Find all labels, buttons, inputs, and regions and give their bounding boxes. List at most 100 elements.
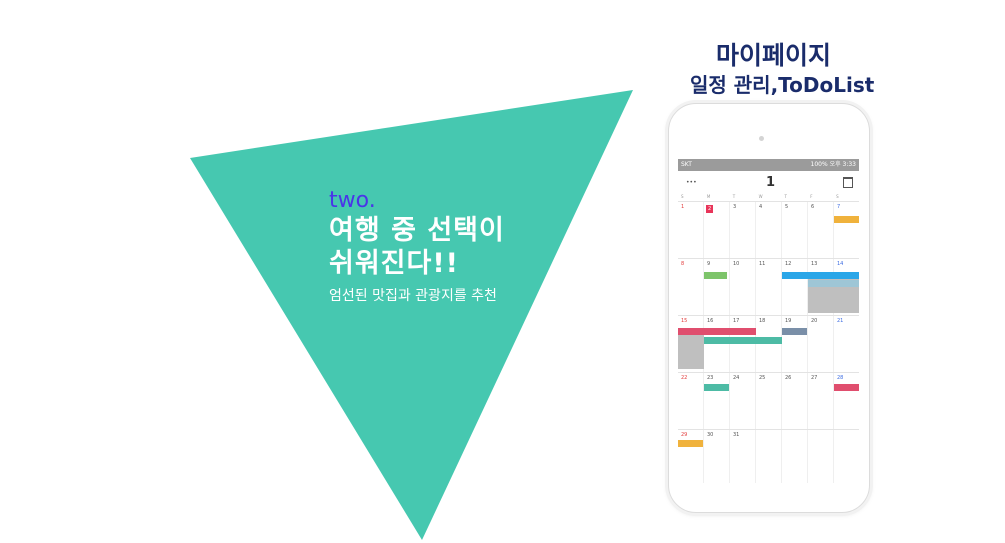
calendar-day-cell[interactable]: 11 [755,259,781,315]
day-number: 4 [759,204,763,210]
day-number: 2 [706,205,714,213]
day-number: 3 [733,204,737,210]
slide-headline-line1: 여행 중 선택이 [329,215,505,246]
slide-subtitle: 엄선된 맛집과 관광지를 추천 [329,288,497,304]
calendar-grid: 1 2 3 4 5 6 7 8 9 10 11 12 13 14 15 16 17 18 19 20 21 22 23 24 2… [678,201,859,483]
calendar-day-cell[interactable]: 26 [781,373,807,429]
calendar-day-cell[interactable]: 28 [833,373,859,429]
calendar-day-cell[interactable]: 18 [755,316,781,372]
day-number: 8 [681,261,685,267]
calendar-day-cell[interactable]: 12 [781,259,807,315]
calendar-week-row: 1 2 3 4 5 6 7 [678,201,859,258]
calendar-day-cell[interactable]: 19 [781,316,807,372]
day-number: 26 [785,375,792,381]
calendar-icon[interactable] [843,177,853,188]
day-number: 22 [681,375,688,381]
day-number: 15 [681,318,688,324]
calendar-day-cell[interactable]: 20 [807,316,833,372]
event-bar[interactable] [704,384,729,391]
calendar-day-cell[interactable]: 24 [729,373,755,429]
day-number: 20 [811,318,818,324]
day-number: 25 [759,375,766,381]
phone-screen: SKT 100% 오후 3:33 ••• 1 SMTWTFS 123456789… [678,159,859,483]
day-number: 6 [811,204,815,210]
calendar-day-cell[interactable]: 25 [755,373,781,429]
calendar-day-cell[interactable] [833,430,859,483]
status-bar: SKT 100% 오후 3:33 [678,159,859,171]
day-number: 28 [837,375,844,381]
day-number: 29 [681,432,688,438]
calendar-day-cell[interactable]: 16 [703,316,729,372]
calendar-day-cell[interactable]: 22 [678,373,703,429]
calendar-day-cell[interactable]: 23 [703,373,729,429]
month-label: 1 [766,175,776,190]
phone-mockup: SKT 100% 오후 3:33 ••• 1 SMTWTFS 123456789… [668,103,870,513]
weekday-header: SMTWTFS [678,193,859,201]
day-number: 24 [733,375,740,381]
event-bar[interactable] [808,280,859,287]
status-right: 100% 오후 3:33 [810,161,856,168]
calendar-day-cell[interactable]: 30 [703,430,729,483]
calendar-day-cell[interactable] [755,430,781,483]
day-number: 12 [785,261,792,267]
calendar-day-cell[interactable]: 9 [703,259,729,315]
day-number: 21 [837,318,844,324]
weekday-label: T [732,194,736,199]
calendar-day-cell[interactable]: 21 [833,316,859,372]
day-number: 27 [811,375,818,381]
calendar-day-cell[interactable]: 31 [729,430,755,483]
day-number: 7 [837,204,841,210]
carrier-label: SKT [681,161,692,168]
menu-icon[interactable]: ••• [686,179,697,186]
calendar-day-cell[interactable]: 10 [729,259,755,315]
day-number: 16 [707,318,714,324]
calendar-day-cell[interactable]: 29 [678,430,703,483]
calendar-day-cell[interactable]: 8 [678,259,703,315]
day-number: 5 [785,204,789,210]
calendar-toolbar: ••• 1 [678,171,859,193]
day-number: 31 [733,432,740,438]
event-bar[interactable] [782,328,807,335]
weekday-label: W [758,194,763,199]
event-bar[interactable] [834,216,859,223]
calendar-day-cell[interactable]: 17 [729,316,755,372]
day-number: 10 [733,261,740,267]
day-number: 13 [811,261,818,267]
event-bar[interactable] [834,384,859,391]
day-number: 18 [759,318,766,324]
calendar-day-cell[interactable] [781,430,807,483]
day-number: 9 [707,261,711,267]
calendar-day-cell[interactable]: 4 [755,202,781,258]
calendar-day-cell[interactable]: 5 [781,202,807,258]
slide-text-block: two. 여행 중 선택이 쉬워진다!! 엄선된 맛집과 관광지를 추천 [329,188,505,306]
weekday-label: S [681,194,684,199]
event-block[interactable] [678,335,704,369]
event-bar[interactable] [704,272,727,279]
calendar-day-cell[interactable]: 6 [807,202,833,258]
event-bar[interactable] [678,328,756,335]
calendar-day-cell[interactable]: 1 [678,202,703,258]
weekday-label: F [810,194,813,199]
event-bar[interactable] [678,440,703,447]
day-number: 19 [785,318,792,324]
weekday-label: T [784,194,787,199]
day-number: 11 [759,261,766,267]
day-number: 30 [707,432,714,438]
event-bar[interactable] [704,337,782,344]
page-title: 마이페이지 [716,41,832,70]
phone-speaker [759,136,764,141]
calendar-day-cell[interactable]: 2 [703,202,729,258]
calendar-day-cell[interactable]: 3 [729,202,755,258]
calendar-week-row: 29 30 31 [678,429,859,483]
weekday-label: M [706,194,711,199]
weekday-label: S [836,194,839,199]
slide-label: two. [329,188,376,213]
calendar-day-cell[interactable] [807,430,833,483]
calendar-day-cell[interactable]: 7 [833,202,859,258]
day-number: 23 [707,375,714,381]
slide-headline-line2: 쉬워진다!! [329,248,459,279]
calendar-day-cell[interactable]: 27 [807,373,833,429]
page-subtitle: 일정 관리,ToDoList [690,73,875,97]
event-bar[interactable] [782,272,859,279]
day-number: 14 [837,261,844,267]
